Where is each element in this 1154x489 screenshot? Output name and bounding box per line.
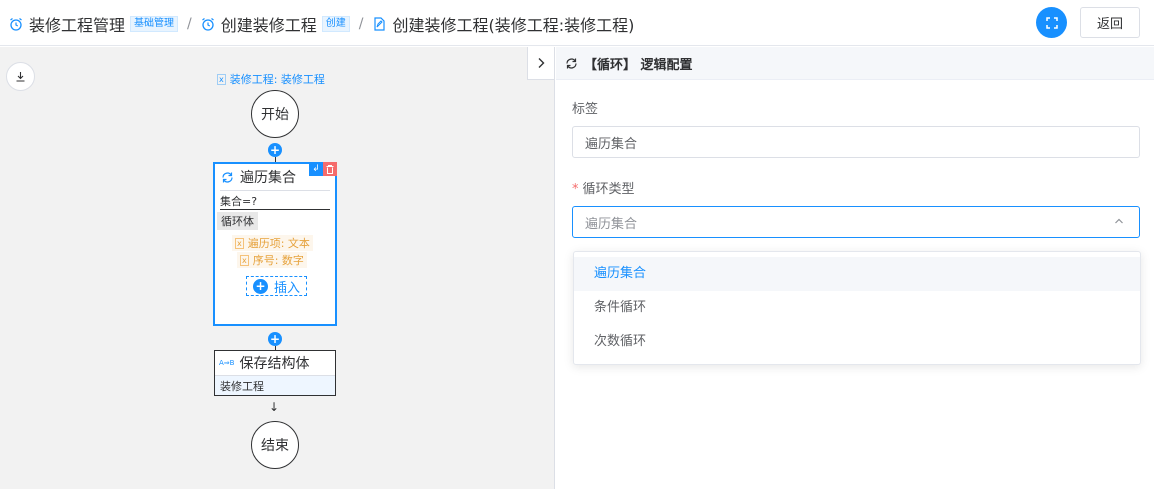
breadcrumb-item-2[interactable]: 创建装修工程 创建 [201,12,350,36]
save-struct-node[interactable]: A⇒B 保存结构体 装修工程 [214,350,336,396]
breadcrumb-separator: / [187,16,192,32]
plus-icon: + [252,278,268,294]
input-variable: x 装修工程: 装修工程 [217,71,325,87]
end-label: 结束 [261,438,289,454]
breadcrumb: 装修工程管理 基础管理 / 创建装修工程 创建 / 创建装修工程(装修工程:装修… [9,12,634,36]
loop-node[interactable]: ↲ 遍历集合 集合=? 循环体 x 遍历项: 文本 x 序号: 数字 + 插入 [213,162,337,326]
loop-type-label-text: 循环类型 [582,182,635,197]
save-node-value: 装修工程 [215,375,335,395]
input-variable-label: 装修工程: 装修工程 [229,73,325,86]
panel-header: 【循环】 逻辑配置 [556,47,1154,80]
chevron-right-icon [538,58,545,68]
dropdown-option[interactable]: 条件循环 [574,291,1140,325]
breadcrumb-label: 创建装修工程 [220,16,317,35]
loop-type-label: * 循环类型 [572,178,635,197]
add-node-button[interactable]: + [268,332,282,346]
variable-icon: x [217,73,226,85]
required-mark: * [572,182,579,197]
fullscreen-icon [1045,16,1058,29]
variable-icon: x [235,237,244,249]
download-button[interactable] [6,62,35,91]
save-node-header: A⇒B 保存结构体 [215,351,335,375]
label-field-label: 标签 [572,102,599,117]
insert-label: 插入 [273,280,300,296]
loop-variable: x 遍历项: 文本 [232,235,313,251]
loop-icon [222,171,233,183]
start-label: 开始 [261,107,289,123]
save-node-title: 保存结构体 [239,356,310,372]
breadcrumb-item-3: 创建装修工程(装修工程:装修工程) [372,12,634,36]
start-node[interactable]: 开始 [251,90,299,138]
alarm-clock-icon [10,18,22,31]
arrow-down-icon: ↓ [269,400,280,414]
config-panel: 【循环】 逻辑配置 标签 遍历集合 * 循环类型 遍历集合 遍历集合 条件循环 次… [556,47,1154,489]
app-header: 装修工程管理 基础管理 / 创建装修工程 创建 / 创建装修工程(装修工程:装修… [0,0,1154,46]
assign-icon: A⇒B [219,359,235,367]
fullscreen-button[interactable] [1036,7,1067,38]
loop-type-select[interactable]: 遍历集合 [572,206,1140,238]
loop-condition: 集合=? [220,190,330,210]
breadcrumb-tag: 基础管理 [130,16,179,32]
breadcrumb-separator: / [358,16,364,32]
collapse-panel-button[interactable] [527,47,555,80]
loop-type-select-value: 遍历集合 [585,216,638,232]
end-node[interactable]: 结束 [251,421,299,469]
loop-body-label: 循环体 [217,212,258,230]
breadcrumb-label: 创建装修工程(装修工程:装修工程) [392,16,635,35]
add-node-button[interactable]: + [268,143,282,157]
flow-canvas[interactable]: x 装修工程: 装修工程 开始 + ↲ 遍历集合 集合=? 循环体 x 遍历项:… [0,47,555,489]
edit-document-icon [374,17,386,31]
breadcrumb-tag: 创建 [321,16,350,32]
insert-button[interactable]: + 插入 [246,276,307,296]
loop-variable-label: 遍历项: 文本 [247,237,310,250]
back-button[interactable]: 返回 [1080,7,1140,38]
download-icon [16,72,25,82]
dropdown-option[interactable]: 遍历集合 [574,257,1140,291]
panel-title: 【循环】 逻辑配置 [584,57,693,73]
loop-variable: x 序号: 数字 [237,252,307,268]
loop-type-dropdown: 遍历集合 条件循环 次数循环 [573,251,1141,365]
trash-icon[interactable] [323,162,337,176]
loop-variable-label: 序号: 数字 [252,254,304,267]
loop-icon [566,57,577,69]
breadcrumb-item-1[interactable]: 装修工程管理 基础管理 [9,12,179,36]
variable-icon: x [240,254,249,266]
node-move-icon[interactable]: ↲ [309,162,323,176]
label-input[interactable]: 遍历集合 [572,126,1140,158]
breadcrumb-label: 装修工程管理 [29,16,126,35]
loop-node-title: 遍历集合 [240,170,296,186]
dropdown-option[interactable]: 次数循环 [574,325,1140,359]
alarm-clock-icon [201,18,214,31]
chevron-up-icon [1115,218,1123,224]
node-actions: ↲ [309,162,337,176]
